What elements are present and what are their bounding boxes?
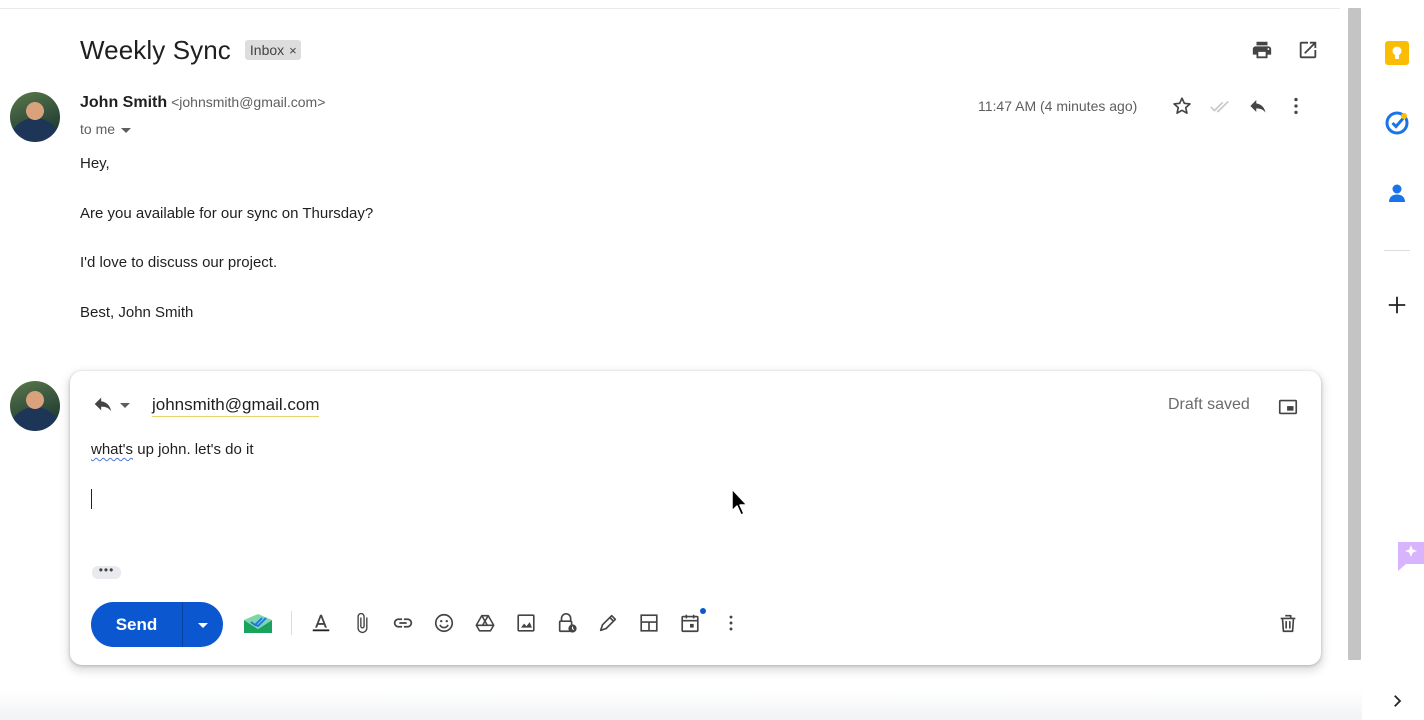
email-timestamp: 11:47 AM (4 minutes ago)	[978, 98, 1138, 114]
top-divider	[0, 8, 1340, 9]
layout-template-icon[interactable]	[637, 611, 661, 635]
misspelled-word[interactable]: what's	[91, 441, 133, 458]
send-button[interactable]: Send	[91, 602, 182, 647]
open-in-new-window-icon[interactable]	[1296, 38, 1320, 62]
gemini-icon[interactable]	[1394, 540, 1424, 572]
star-icon[interactable]	[1170, 94, 1194, 118]
pop-out-reply-icon[interactable]	[1276, 395, 1300, 419]
mouse-pointer-icon	[731, 488, 748, 516]
contacts-icon[interactable]	[1384, 180, 1410, 206]
email-subject: Weekly Sync	[80, 34, 231, 65]
add-icon[interactable]	[1384, 292, 1410, 318]
body-line: Hey,	[80, 155, 110, 172]
recipient-chip[interactable]: johnsmith@gmail.com	[152, 395, 320, 417]
tasks-icon[interactable]	[1384, 110, 1410, 136]
draft-status: Draft saved	[1168, 396, 1250, 413]
read-receipt-icon[interactable]	[1208, 94, 1232, 118]
confidential-lock-icon[interactable]	[555, 611, 579, 635]
remove-label-icon[interactable]: ×	[289, 43, 297, 58]
chevron-down-icon	[121, 127, 132, 133]
my-avatar	[10, 381, 60, 431]
sender-line: John Smith <johnsmith@gmail.com>	[80, 94, 325, 112]
reply-compose: johnsmith@gmail.com Draft saved what's u…	[70, 371, 1321, 665]
label-text: Inbox	[249, 42, 285, 58]
body-line: Are you available for our sync on Thursd…	[80, 204, 374, 222]
recipients-toggle[interactable]: to me	[80, 121, 132, 137]
chevron-down-icon	[120, 402, 130, 408]
bottom-fade	[0, 690, 1362, 720]
link-icon[interactable]	[391, 611, 415, 635]
compose-text: up john. let's do it	[133, 441, 254, 458]
thread-actions	[1250, 38, 1320, 62]
reply-icon	[94, 397, 112, 412]
sender-avatar[interactable]	[10, 92, 60, 142]
signature-pen-icon[interactable]	[596, 611, 620, 635]
side-separator	[1384, 250, 1410, 251]
schedule-calendar-icon[interactable]	[678, 608, 706, 635]
more-vert-icon[interactable]	[1284, 94, 1308, 118]
discard-draft-icon[interactable]	[1276, 611, 1300, 635]
formatting-toolbar	[242, 608, 743, 635]
send-button-group: Send	[91, 602, 223, 647]
text-format-icon[interactable]	[309, 611, 333, 635]
photo-icon[interactable]	[514, 611, 538, 635]
sender-email: <johnsmith@gmail.com>	[171, 94, 326, 110]
sender-name[interactable]: John Smith	[80, 94, 167, 112]
expand-chevron-icon[interactable]	[1384, 688, 1410, 714]
drive-icon[interactable]	[473, 611, 497, 635]
inbox-label-chip[interactable]: Inbox ×	[244, 40, 301, 60]
toolbar-separator	[291, 611, 292, 635]
to-me-text: to me	[80, 121, 116, 137]
compose-body-input[interactable]: what's up john. let's do it	[91, 441, 254, 458]
emoji-icon[interactable]	[432, 611, 456, 635]
more-options-icon[interactable]	[719, 611, 743, 635]
side-panel	[1362, 0, 1424, 720]
show-trimmed-content-button[interactable]: •••	[92, 564, 121, 579]
chevron-down-icon	[198, 623, 208, 628]
message-actions	[1170, 94, 1308, 118]
more-send-options-button[interactable]	[183, 602, 223, 647]
body-line: Best, John Smith	[80, 303, 194, 321]
text-cursor	[91, 489, 92, 509]
email-view: Weekly Sync Inbox × John Smith <johnsmit…	[0, 0, 1346, 720]
subject-row: Weekly Sync Inbox ×	[80, 32, 301, 68]
notification-dot	[700, 608, 706, 614]
keep-icon[interactable]	[1384, 40, 1410, 66]
reply-type-selector[interactable]	[92, 393, 130, 415]
body-line: I'd love to discuss our project.	[80, 254, 278, 271]
email-body: Hey, Are you available for our sync on T…	[80, 154, 373, 352]
attach-icon[interactable]	[350, 611, 374, 635]
scrollbar[interactable]	[1348, 8, 1361, 660]
print-icon[interactable]	[1250, 38, 1274, 62]
reply-icon[interactable]	[1246, 94, 1270, 118]
mailtrack-icon[interactable]	[242, 611, 274, 635]
